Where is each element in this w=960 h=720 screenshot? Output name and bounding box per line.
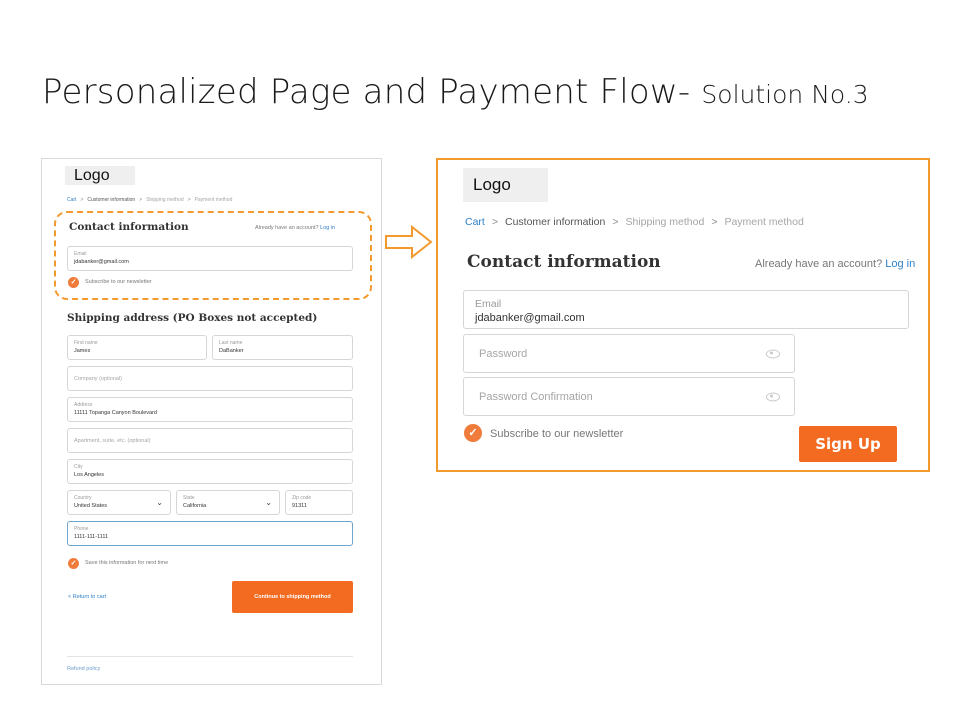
checkmark-icon: ✓ [70, 279, 77, 286]
refund-policy-link[interactable]: Refund policy [67, 666, 100, 672]
eye-icon[interactable] [766, 349, 780, 358]
country-select[interactable]: Country United States ⌄ [67, 490, 171, 515]
city-label: City [74, 464, 83, 470]
company-field[interactable]: Company (optional) [67, 366, 353, 391]
state-value: California [183, 503, 207, 509]
slide-title: Personalized Page and Payment Flow- Solu… [42, 72, 869, 112]
slide-title-sub: Solution No.3 [701, 80, 869, 109]
checkmark-icon: ✓ [468, 427, 478, 439]
chevron-right-icon: > [491, 216, 498, 228]
save-info-label: Save this information for next time [85, 560, 169, 566]
chevron-down-icon: ⌄ [156, 498, 163, 507]
chevron-right-icon: > [711, 216, 718, 228]
city-value: Los Angeles [74, 472, 104, 478]
newsletter-label: Subscribe to our newsletter [85, 279, 152, 285]
email-field[interactable]: Email jdabanker@gmail.com [67, 246, 353, 271]
contact-heading: Contact information [69, 221, 189, 233]
country-value: United States [74, 503, 108, 509]
shipping-heading: Shipping address (PO Boxes not accepted) [67, 312, 318, 324]
zip-label: Zip code [292, 495, 312, 501]
chevron-right-icon: > [612, 216, 619, 228]
account-prompt-text: Already have an account? [755, 258, 883, 270]
address-label: Address [74, 402, 93, 408]
email-field[interactable]: Email jdabanker@gmail.com [463, 290, 909, 329]
phone-field[interactable]: Phone 1111-111-1111 [67, 521, 353, 546]
country-label: Country [74, 495, 92, 501]
account-prompt: Already have an account? Log in [755, 258, 915, 270]
account-prompt-text: Already have an account? [255, 225, 319, 231]
email-value: jdabanker@gmail.com [475, 312, 585, 324]
breadcrumb: Cart > Customer information > Shipping metho… [67, 197, 232, 203]
password-confirmation-placeholder: Password Confirmation [479, 390, 593, 403]
breadcrumb-shipping-method: Shipping method [146, 197, 184, 203]
slide-title-main: Personalized Page and Payment Flow- [42, 72, 702, 112]
email-label: Email [74, 251, 87, 257]
right-signup-mockup: Logo Cart > Customer information > Shipping … [436, 158, 930, 472]
login-link[interactable]: Log in [885, 258, 915, 270]
company-placeholder: Company (optional) [74, 375, 122, 382]
password-placeholder: Password [479, 347, 528, 360]
arrow-right-outline-icon [385, 224, 433, 260]
return-to-cart-link[interactable]: < Return to cart [68, 594, 106, 600]
first-name-field[interactable]: First name James [67, 335, 207, 360]
sign-up-button[interactable]: Sign Up [799, 426, 897, 462]
last-name-field[interactable]: Last name DaBanker [212, 335, 353, 360]
last-name-label: Last name [219, 340, 243, 346]
breadcrumb-cart[interactable]: Cart [67, 197, 76, 203]
chevron-right-icon: > [80, 197, 84, 203]
phone-label: Phone [74, 526, 89, 532]
last-name-value: DaBanker [219, 348, 244, 354]
checkmark-icon: ✓ [70, 560, 77, 567]
city-field[interactable]: City Los Angeles [67, 459, 353, 484]
breadcrumb-customer-information: Customer information [87, 197, 136, 203]
account-prompt: Already have an account? Log in [255, 225, 335, 231]
newsletter-label: Subscribe to our newsletter [490, 428, 624, 440]
first-name-label: First name [74, 340, 98, 346]
newsletter-checkbox[interactable]: ✓ [68, 277, 79, 288]
apartment-field[interactable]: Apartment, suite, etc. (optional) [67, 428, 353, 453]
breadcrumb-payment-method: Payment method [194, 197, 233, 203]
chevron-right-icon: > [187, 197, 191, 203]
apartment-placeholder: Apartment, suite, etc. (optional) [74, 437, 151, 444]
zip-field[interactable]: Zip code 91311 [285, 490, 353, 515]
left-checkout-mockup: Logo Cart > Customer information > Shipping … [41, 158, 382, 685]
zip-value: 91311 [292, 503, 307, 509]
chevron-right-icon: > [139, 197, 143, 203]
newsletter-checkbox[interactable]: ✓ [464, 424, 482, 442]
breadcrumb-shipping-method: Shipping method [625, 216, 705, 228]
footer-divider [67, 656, 353, 657]
address-field[interactable]: Address 11111 Topanga Canyon Boulevard [67, 397, 353, 422]
state-select[interactable]: State California ⌄ [176, 490, 280, 515]
breadcrumb-payment-method: Payment method [724, 216, 804, 228]
address-value: 11111 Topanga Canyon Boulevard [74, 410, 157, 416]
save-info-checkbox[interactable]: ✓ [68, 558, 79, 569]
logo-placeholder: Logo [463, 168, 548, 202]
contact-heading: Contact information [467, 252, 661, 272]
continue-to-shipping-button[interactable]: Continue to shipping method [232, 581, 353, 613]
email-value: jdabanker@gmail.com [74, 259, 129, 265]
phone-value: 1111-111-1111 [74, 534, 109, 540]
password-confirmation-field[interactable]: Password Confirmation [463, 377, 795, 416]
state-label: State [183, 495, 195, 501]
breadcrumb-customer-information: Customer information [504, 216, 606, 228]
email-label: Email [475, 298, 502, 310]
chevron-down-icon: ⌄ [265, 498, 272, 507]
breadcrumb: Cart > Customer information > Shipping metho… [465, 216, 804, 228]
first-name-value: James [74, 348, 91, 354]
password-field[interactable]: Password [463, 334, 795, 373]
eye-icon[interactable] [766, 392, 780, 401]
logo-placeholder: Logo [65, 166, 135, 185]
breadcrumb-cart[interactable]: Cart [465, 216, 485, 228]
login-link[interactable]: Log in [320, 225, 335, 231]
